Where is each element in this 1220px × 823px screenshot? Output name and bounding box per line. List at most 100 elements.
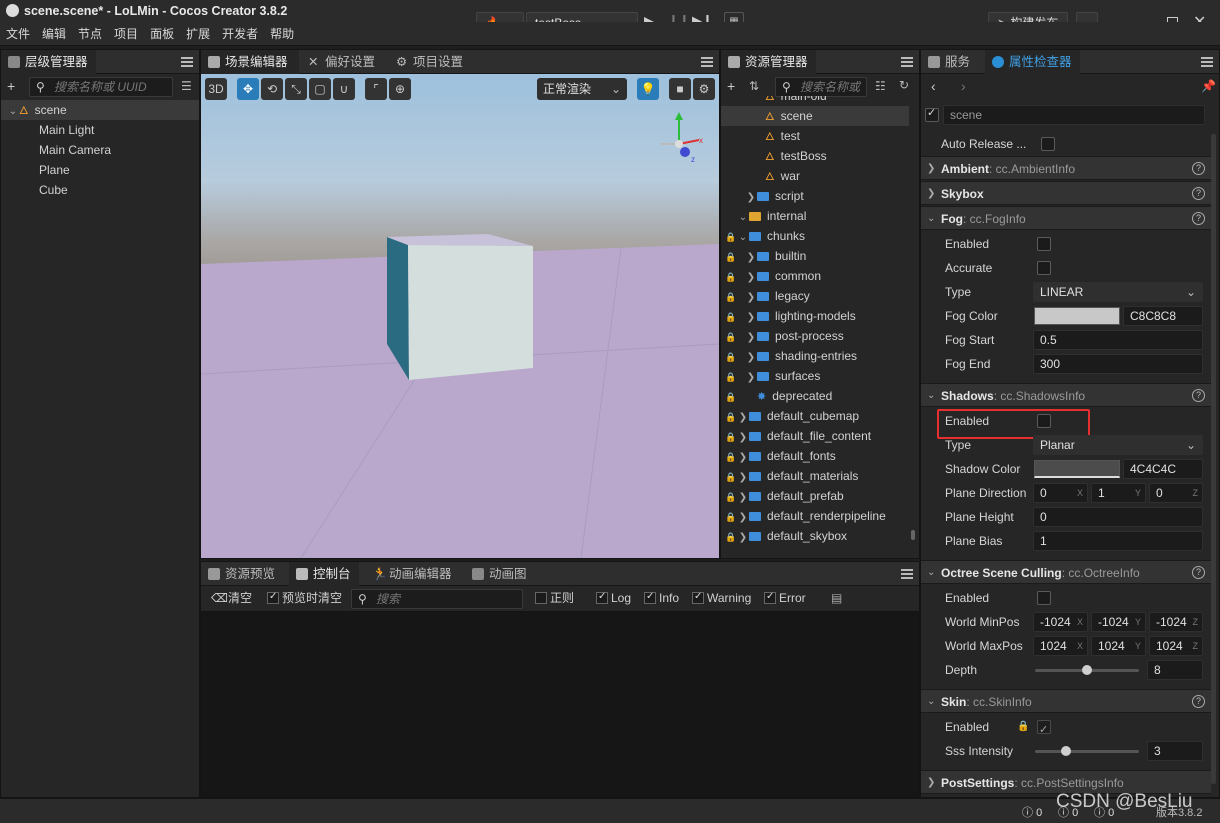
asset-row-post-process[interactable]: 🔒 ❯ post-process: [721, 326, 909, 346]
rotate-tool-button[interactable]: ⟲: [261, 78, 283, 100]
shadows-type-select[interactable]: Planar ⌄: [1033, 435, 1203, 455]
tab-preferences[interactable]: ✕ 偏好设置: [301, 50, 383, 74]
asset-row-builtin[interactable]: 🔒 ❯ builtin: [721, 246, 909, 266]
sss-slider[interactable]: [1035, 746, 1139, 756]
asset-row-script[interactable]: ❯ script: [721, 186, 909, 206]
asset-row-default_skybox[interactable]: 🔒 ❯ default_skybox: [721, 526, 909, 546]
depth-input[interactable]: 8: [1147, 660, 1203, 680]
panel-menu-icon[interactable]: [1201, 57, 1213, 67]
console-search-input[interactable]: ⚲ 搜索: [351, 589, 523, 609]
menu-item-panel[interactable]: 面板: [144, 22, 180, 46]
move-tool-button[interactable]: ✥: [237, 78, 259, 100]
plane-direction-z[interactable]: 0Z: [1149, 483, 1203, 503]
scene-viewport[interactable]: x z: [201, 74, 719, 558]
section-skybox[interactable]: ❯ Skybox?: [921, 181, 1211, 205]
help-icon[interactable]: ?: [1192, 695, 1205, 708]
scrollbar[interactable]: [911, 530, 915, 540]
tree-row[interactable]: Main Light: [1, 120, 199, 140]
back-icon[interactable]: ‹: [931, 78, 936, 94]
tree-row[interactable]: Main Camera: [1, 140, 199, 160]
menu-item-node[interactable]: 节点: [72, 22, 108, 46]
world-maxpos-z[interactable]: 1024 Z: [1149, 636, 1203, 656]
asset-row-default_prefab[interactable]: 🔒 ❯ default_prefab: [721, 486, 909, 506]
section-fog[interactable]: ⌄ Fog: cc.FogInfo?: [921, 206, 1211, 230]
world-minpos-z[interactable]: -1024 Z: [1149, 612, 1203, 632]
depth-slider[interactable]: [1035, 665, 1139, 675]
chevron-right-icon[interactable]: ❯: [737, 408, 749, 428]
clear-on-preview-checkbox[interactable]: 预览时清空: [267, 589, 342, 606]
asset-row-chunks[interactable]: 🔒 ⌄ chunks: [721, 226, 909, 246]
error-checkbox[interactable]: Error: [764, 589, 806, 606]
log-file-icon[interactable]: ▤: [831, 590, 842, 606]
tab-assets[interactable]: 资源管理器: [721, 50, 816, 74]
panel-menu-icon[interactable]: [901, 57, 913, 67]
error-count[interactable]: ⓘ 0: [1022, 804, 1042, 820]
clear-button[interactable]: ⌫清空: [211, 590, 252, 606]
chevron-down-icon[interactable]: ⌄: [737, 228, 749, 248]
fog-enabled-checkbox[interactable]: [1037, 237, 1051, 251]
tree-row-scene[interactable]: ⌄ 🜂 scene: [1, 100, 199, 120]
tab-hierarchy[interactable]: 层级管理器: [1, 50, 96, 74]
add-asset-icon[interactable]: +: [727, 78, 735, 94]
chevron-down-icon[interactable]: ⌄: [7, 102, 19, 122]
tab-services[interactable]: 服务: [921, 50, 978, 74]
help-icon[interactable]: ?: [1192, 187, 1205, 200]
add-node-icon[interactable]: +: [7, 78, 15, 94]
world-minpos-x[interactable]: -1024 X: [1033, 612, 1088, 632]
chevron-right-icon[interactable]: ❯: [737, 488, 749, 508]
asset-row-war[interactable]: 🜂 war: [721, 166, 909, 186]
rect-tool-button[interactable]: ▢: [309, 78, 331, 100]
menu-item-project[interactable]: 项目: [108, 22, 144, 46]
panel-menu-icon[interactable]: [901, 569, 913, 579]
asset-row-default_cubemap[interactable]: 🔒 ❯ default_cubemap: [721, 406, 909, 426]
asset-row-common[interactable]: 🔒 ❯ common: [721, 266, 909, 286]
asset-row-testBoss[interactable]: 🜂 testBoss: [721, 146, 909, 166]
asset-row-legacy[interactable]: 🔒 ❯ legacy: [721, 286, 909, 306]
fog-accurate-checkbox[interactable]: [1037, 261, 1051, 275]
plane-direction-x[interactable]: 0X: [1033, 483, 1088, 503]
forward-icon[interactable]: ›: [961, 78, 966, 94]
sort-icon[interactable]: ⇅: [749, 79, 759, 93]
log-checkbox[interactable]: Log: [596, 589, 631, 606]
asset-row-default_fonts[interactable]: 🔒 ❯ default_fonts: [721, 446, 909, 466]
menu-item-edit[interactable]: 编辑: [36, 22, 72, 46]
section-shadows[interactable]: ⌄ Shadows: cc.ShadowsInfo?: [921, 383, 1211, 407]
chevron-right-icon[interactable]: ❯: [737, 428, 749, 448]
asset-row-shading-entries[interactable]: 🔒 ❯ shading-entries: [721, 346, 909, 366]
orientation-gizmo[interactable]: x z: [651, 110, 711, 170]
asset-row-main-old[interactable]: 🜂 main-old: [721, 96, 909, 106]
fog-color-hex[interactable]: C8C8C8: [1123, 306, 1203, 326]
world-maxpos-y[interactable]: 1024 Y: [1091, 636, 1146, 656]
chevron-right-icon[interactable]: ❯: [737, 448, 749, 468]
section-ambient[interactable]: ❯ Ambient: cc.AmbientInfo?: [921, 156, 1211, 180]
node-active-checkbox[interactable]: [925, 106, 939, 122]
asset-row-default_file_content[interactable]: 🔒 ❯ default_file_content: [721, 426, 909, 446]
lighting-toggle-button[interactable]: 💡: [637, 78, 659, 100]
tab-project-settings[interactable]: ⚙ 项目设置: [389, 50, 471, 74]
help-icon[interactable]: ?: [1192, 566, 1205, 579]
asset-row-deprecated[interactable]: 🔒 ✸ deprecated: [721, 386, 909, 406]
asset-row-surfaces[interactable]: 🔒 ❯ surfaces: [721, 366, 909, 386]
chevron-right-icon[interactable]: ❯: [745, 328, 757, 348]
settings-icon[interactable]: ⚙: [693, 78, 715, 100]
hierarchy-search-input[interactable]: ⚲ 搜索名称或 UUID: [29, 77, 173, 97]
chevron-right-icon[interactable]: ❯: [737, 468, 749, 488]
fog-end-input[interactable]: 300: [1033, 354, 1203, 374]
fog-type-select[interactable]: LINEAR ⌄: [1033, 282, 1203, 302]
asset-row-test[interactable]: 🜂 test: [721, 126, 909, 146]
menu-item-help[interactable]: 帮助: [264, 22, 300, 46]
panel-menu-icon[interactable]: [181, 57, 193, 67]
chevron-down-icon[interactable]: ⌄: [737, 208, 749, 228]
help-icon[interactable]: ?: [1192, 389, 1205, 402]
section-skin[interactable]: ⌄ Skin: cc.SkinInfo?: [921, 689, 1211, 713]
info-checkbox[interactable]: Info: [644, 589, 679, 606]
tab-animation-editor[interactable]: 🏃 动画编辑器: [365, 562, 460, 586]
shadow-color-swatch[interactable]: [1034, 460, 1120, 478]
render-mode-select[interactable]: 正常渲染 ⌄: [537, 78, 627, 100]
sss-slider-knob[interactable]: [1061, 746, 1072, 756]
help-icon[interactable]: ?: [1192, 212, 1205, 225]
chevron-right-icon[interactable]: ❯: [737, 528, 749, 548]
sss-intensity-input[interactable]: 3: [1147, 741, 1203, 761]
asset-row-default_materials[interactable]: 🔒 ❯ default_materials: [721, 466, 909, 486]
menu-item-file[interactable]: 文件: [0, 22, 36, 46]
